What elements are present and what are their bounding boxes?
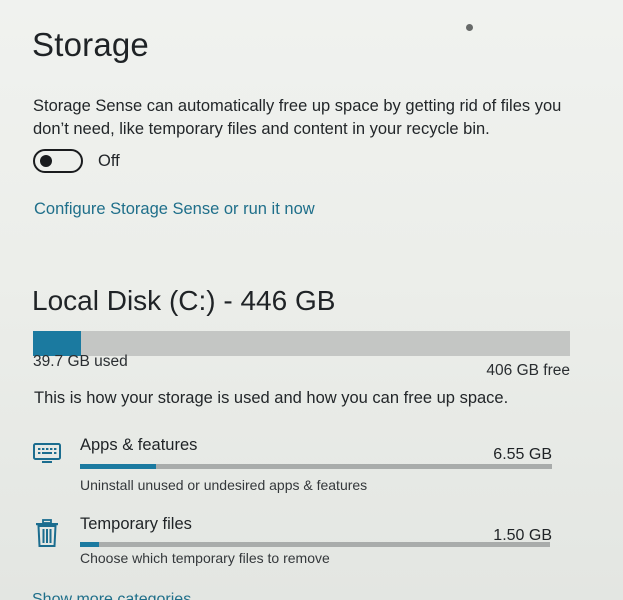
disk-used-label: 39.7 GB used <box>33 353 128 370</box>
category-usage-bar-fill <box>80 464 156 469</box>
storage-settings-page: Storage Storage Sense can automatically … <box>0 0 623 600</box>
category-usage-bar-fill <box>80 542 99 547</box>
category-name: Temporary files <box>80 515 192 533</box>
storage-sense-toggle-row: Off <box>33 147 120 175</box>
category-size: 6.55 GB <box>493 446 552 463</box>
category-apps-features[interactable]: Apps & features 6.55 GB Uninstall unused… <box>30 432 570 496</box>
category-name: Apps & features <box>80 436 198 454</box>
configure-storage-sense-link[interactable]: Configure Storage Sense or run it now <box>34 198 315 220</box>
category-temporary-files[interactable]: Temporary files 1.50 GB Choose which tem… <box>30 512 570 576</box>
keyboard-icon <box>33 443 61 463</box>
local-disk-title: Local Disk (C:) - 446 GB <box>32 285 336 316</box>
storage-sense-toggle[interactable] <box>33 149 83 173</box>
trash-icon <box>36 519 58 547</box>
toggle-state-label: Off <box>98 151 120 170</box>
decorative-dot <box>466 24 473 31</box>
storage-explainer-text: This is how your storage is used and how… <box>34 389 509 407</box>
show-more-categories-link[interactable]: Show more categories <box>32 590 191 600</box>
page-title: Storage <box>32 26 149 63</box>
category-usage-bar <box>80 464 552 469</box>
category-usage-bar <box>80 542 550 547</box>
category-description: Uninstall unused or undesired apps & fea… <box>80 477 368 493</box>
disk-free-label: 406 GB free <box>486 362 570 379</box>
category-description: Choose which temporary files to remove <box>80 550 330 566</box>
toggle-knob <box>40 155 52 167</box>
storage-sense-description: Storage Sense can automatically free up … <box>33 97 562 138</box>
